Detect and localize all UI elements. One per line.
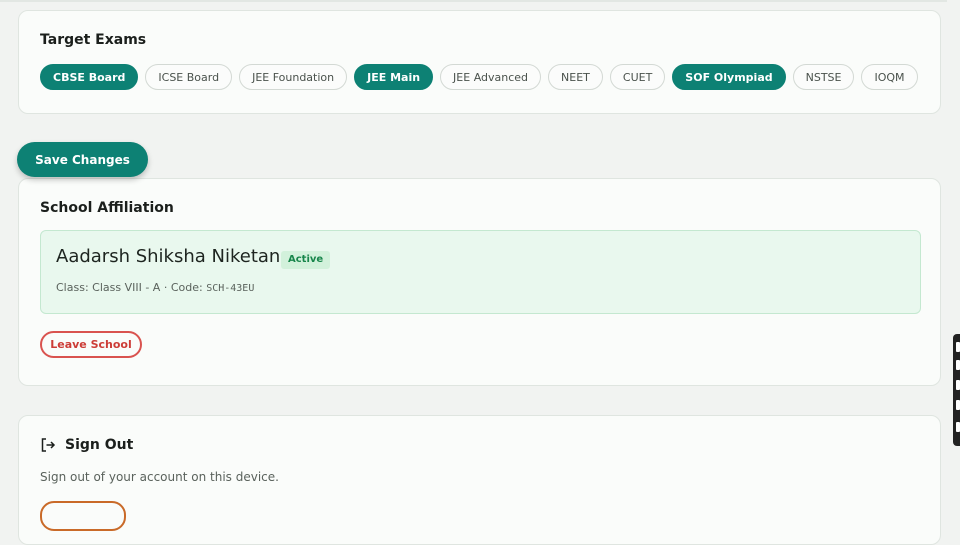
school-name: Aadarsh Shiksha Niketan [56, 246, 281, 267]
toolbar-button-icon[interactable] [956, 380, 960, 390]
exam-chip-icse-board[interactable]: ICSE Board [145, 64, 233, 90]
school-affiliation-title: School Affiliation [40, 200, 174, 216]
floating-side-toolbar[interactable] [953, 334, 960, 446]
exam-chip-sof-olympiad[interactable]: SOF Olympiad [672, 64, 786, 90]
sign-out-description: Sign out of your account on this device. [40, 470, 279, 484]
sign-out-button[interactable] [40, 501, 126, 531]
sign-out-icon [41, 438, 56, 452]
school-class-code: Class: Class VIII - A · Code: SCH-43EU [56, 281, 254, 294]
school-affiliation-card: School Affiliation Aadarsh Shiksha Niket… [18, 178, 941, 386]
target-exams-card: Target Exams CBSE Board ICSE Board JEE F… [18, 10, 941, 114]
top-divider [0, 0, 947, 2]
toolbar-button-icon[interactable] [956, 422, 960, 432]
exam-chip-list: CBSE Board ICSE Board JEE Foundation JEE… [40, 64, 918, 90]
status-badge: Active [281, 251, 331, 269]
exam-chip-cbse-board[interactable]: CBSE Board [40, 64, 139, 90]
leave-school-button[interactable]: Leave School [40, 331, 142, 358]
save-changes-button[interactable]: Save Changes [17, 142, 148, 177]
sign-out-card: Sign Out Sign out of your account on thi… [18, 415, 941, 545]
exam-chip-neet[interactable]: NEET [548, 64, 603, 90]
exam-chip-nstse[interactable]: NSTSE [792, 64, 855, 90]
toolbar-button-icon[interactable] [956, 360, 960, 370]
exam-chip-ioqm[interactable]: IOQM [861, 64, 918, 90]
exam-chip-jee-foundation[interactable]: JEE Foundation [239, 64, 348, 90]
toolbar-button-icon[interactable] [956, 400, 960, 410]
sign-out-heading: Sign Out [40, 437, 133, 453]
exam-chip-jee-advanced[interactable]: JEE Advanced [440, 64, 542, 90]
school-class-text: Class: Class VIII - A · Code: [56, 281, 207, 294]
sign-out-title: Sign Out [65, 437, 134, 453]
school-info-box: Aadarsh Shiksha Niketan Active Class: Cl… [40, 230, 921, 314]
toolbar-button-icon[interactable] [956, 342, 960, 352]
target-exams-title: Target Exams [40, 32, 147, 48]
school-code: SCH-43EU [206, 283, 255, 294]
exam-chip-cuet[interactable]: CUET [609, 64, 666, 90]
exam-chip-jee-main[interactable]: JEE Main [354, 64, 434, 90]
